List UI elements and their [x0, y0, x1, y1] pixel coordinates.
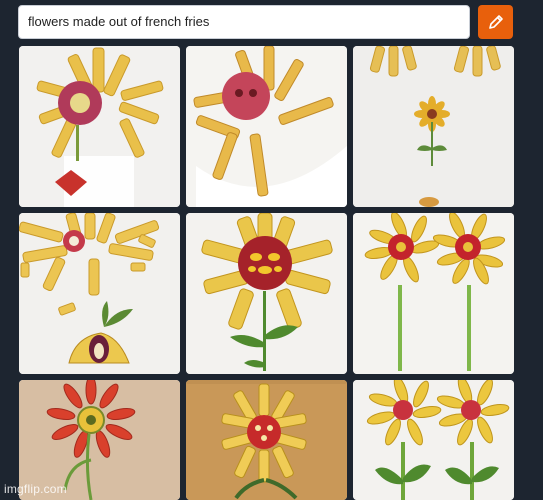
results-grid — [19, 46, 514, 500]
prompt-input[interactable]: flowers made out of french fries — [18, 5, 470, 39]
result-image-6[interactable] — [353, 213, 514, 374]
generate-button[interactable] — [478, 5, 513, 39]
result-image-1[interactable] — [19, 46, 180, 207]
result-image-9[interactable] — [353, 380, 514, 500]
watermark-label: imgflip.com — [4, 482, 67, 496]
pencil-icon — [488, 15, 503, 29]
result-image-5[interactable] — [186, 213, 347, 374]
result-image-8[interactable] — [186, 380, 347, 500]
result-image-3[interactable] — [353, 46, 514, 207]
result-image-2[interactable] — [186, 46, 347, 207]
result-image-4[interactable] — [19, 213, 180, 374]
prompt-bar: flowers made out of french fries — [18, 5, 518, 39]
